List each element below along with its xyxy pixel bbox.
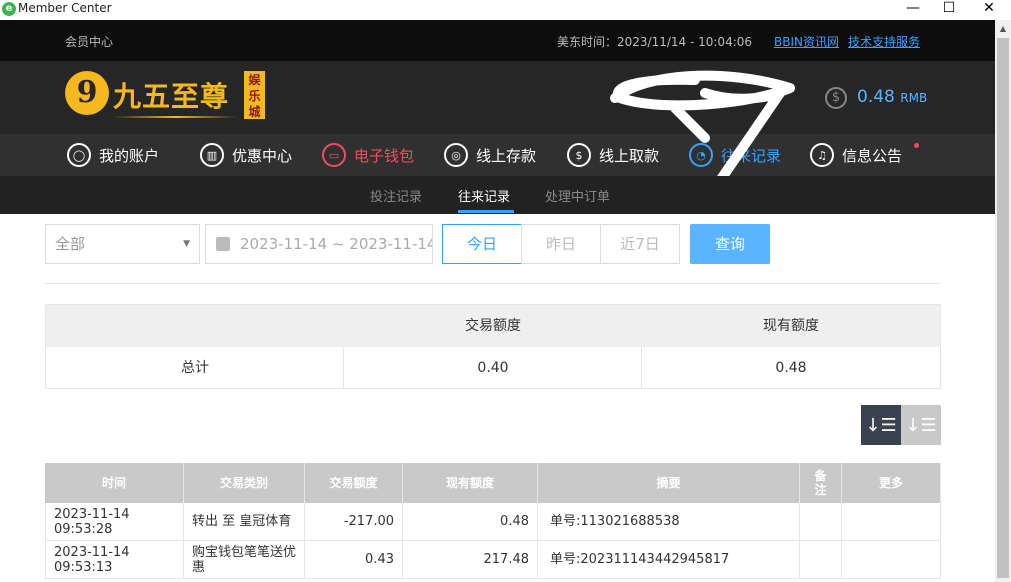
tab-transaction-records[interactable]: 往来记录 (458, 186, 510, 205)
calendar-icon (216, 237, 230, 251)
user-icon: ◯ (67, 143, 91, 167)
nav-label: 我的账户 (99, 146, 160, 165)
divider (45, 283, 941, 284)
table-cell-type: 转出 至 皇冠体育 (184, 503, 305, 541)
nav-label: 信息公告 (842, 146, 903, 165)
sort-asc-icon[interactable]: ↓☰ (901, 405, 941, 445)
table-cell-balance: 217.48 (403, 541, 538, 579)
yesterday-button[interactable]: 昨日 (521, 224, 601, 264)
table-cell-summary: 单号:202311143442945817 (538, 541, 800, 579)
tab-pending-orders[interactable]: 处理中订单 (545, 186, 610, 205)
brand-header: 9 九五至尊 娱乐城 $ 0.48 RMB (0, 61, 995, 134)
table-cell-more[interactable] (842, 503, 941, 541)
nav-label: 电子钱包 (354, 146, 415, 165)
dollar-icon: $ (825, 87, 847, 109)
top-info-bar: 会员中心 美东时间：2023/11/14 - 10:04:06 BBIN资讯网 … (0, 20, 995, 61)
balance-value: 0.48 RMB (857, 87, 927, 107)
withdraw-icon: $ (567, 143, 591, 167)
sort-desc-icon[interactable]: ↓☰ (861, 405, 901, 445)
nav-e-wallet[interactable]: ▭ 电子钱包 (322, 141, 414, 169)
balance-unit: RMB (900, 91, 928, 105)
summary-table: 交易额度 现有额度 总计 0.40 0.48 (45, 304, 941, 389)
date-range-input[interactable]: 2023-11-14 ~ 2023-11-14 (205, 224, 433, 264)
logo-ornament (113, 116, 238, 118)
table-cell-more[interactable] (842, 541, 941, 579)
summary-total-balance: 0.48 (775, 360, 807, 376)
nav-label: 往来记录 (721, 146, 782, 165)
vertical-scrollbar[interactable]: ▲ (995, 20, 1011, 582)
nav-announcements[interactable]: ♫ 信息公告 (810, 141, 902, 169)
nav-promotions[interactable]: ▥ 优惠中心 (200, 141, 292, 169)
window-title: Member Center (18, 1, 112, 15)
table-cell-amount: 0.43 (305, 541, 403, 579)
table-cell-type: 购宝钱包笔笔送优惠 (184, 541, 305, 579)
col-header-summary: 摘要 (538, 463, 800, 503)
gift-icon: ▥ (200, 143, 224, 167)
table-cell-remark (800, 541, 842, 579)
col-header-type: 交易类别 (184, 463, 305, 503)
deposit-icon: ◎ (444, 143, 468, 167)
table-cell-time: 2023-11-14 09:53:13 (45, 541, 184, 579)
member-center-label: 会员中心 (65, 35, 114, 49)
table-cell-summary: 单号:113021688538 (538, 503, 800, 541)
logo-icon: 9 (65, 71, 109, 115)
nav-label: 线上存款 (476, 146, 537, 165)
col-header-remark: 备注 (800, 463, 842, 503)
category-select-value: 全部 (55, 235, 86, 253)
brand-name: 九五至尊 (113, 80, 230, 113)
minimize-button[interactable]: — (898, 0, 928, 18)
chevron-down-icon: ▼ (183, 239, 190, 249)
summary-amount-header: 交易额度 (465, 318, 521, 334)
today-button[interactable]: 今日 (442, 224, 522, 264)
wallet-icon: ▭ (322, 143, 346, 167)
last-7-days-button[interactable]: 近7日 (600, 224, 680, 264)
scroll-up-icon[interactable]: ▲ (995, 20, 1011, 37)
summary-total-label: 总计 (181, 360, 209, 376)
brand-tag: 娱乐城 (244, 71, 265, 119)
table-cell-time: 2023-11-14 09:53:28 (45, 503, 184, 541)
summary-total-amount: 0.40 (477, 360, 509, 376)
category-select[interactable]: 全部 ▼ (45, 224, 200, 264)
table-cell-balance: 0.48 (403, 503, 538, 541)
table-cell-remark (800, 503, 842, 541)
scroll-thumb[interactable] (997, 38, 1009, 578)
table-cell-amount: -217.00 (305, 503, 403, 541)
nav-online-deposit[interactable]: ◎ 线上存款 (444, 141, 536, 169)
bbin-news-link[interactable]: BBIN资讯网 (774, 33, 839, 50)
col-header-amount: 交易额度 (305, 463, 403, 503)
nav-transaction-records[interactable]: ◔ 往来记录 (689, 141, 781, 169)
main-nav: ◯ 我的账户 ▥ 优惠中心 ▭ 电子钱包 ◎ 线上存款 $ 线上取款 ◔ 往来记录 ♫ 信息公… (0, 134, 995, 176)
notification-dot (914, 143, 919, 148)
nav-label: 优惠中心 (232, 146, 293, 165)
date-range-value: 2023-11-14 ~ 2023-11-14 (240, 235, 433, 253)
tech-support-link[interactable]: 技术支持服务 (848, 33, 920, 50)
maximize-button[interactable]: ☐ (934, 0, 964, 18)
col-header-more: 更多 (842, 463, 941, 503)
col-header-time: 时间 (45, 463, 184, 503)
balance-amount: 0.48 (857, 87, 895, 107)
record-icon: ◔ (689, 143, 713, 167)
window-title-bar: e Member Center — ☐ ✕ (0, 0, 1011, 20)
nav-my-account[interactable]: ◯ 我的账户 (67, 141, 159, 169)
active-tab-indicator (458, 210, 514, 213)
nav-label: 线上取款 (599, 146, 660, 165)
app-icon: e (2, 2, 16, 16)
close-button[interactable]: ✕ (974, 0, 1004, 18)
nav-online-withdraw[interactable]: $ 线上取款 (567, 141, 659, 169)
eastern-time-label: 美东时间：2023/11/14 - 10:04:06 (557, 35, 753, 49)
query-button[interactable]: 查询 (690, 224, 770, 264)
col-header-balance: 现有额度 (403, 463, 538, 503)
summary-balance-header: 现有额度 (763, 318, 819, 334)
sub-nav: 投注记录 往来记录 处理中订单 (0, 176, 995, 214)
bell-icon: ♫ (810, 143, 834, 167)
tab-bet-records[interactable]: 投注记录 (370, 186, 422, 205)
